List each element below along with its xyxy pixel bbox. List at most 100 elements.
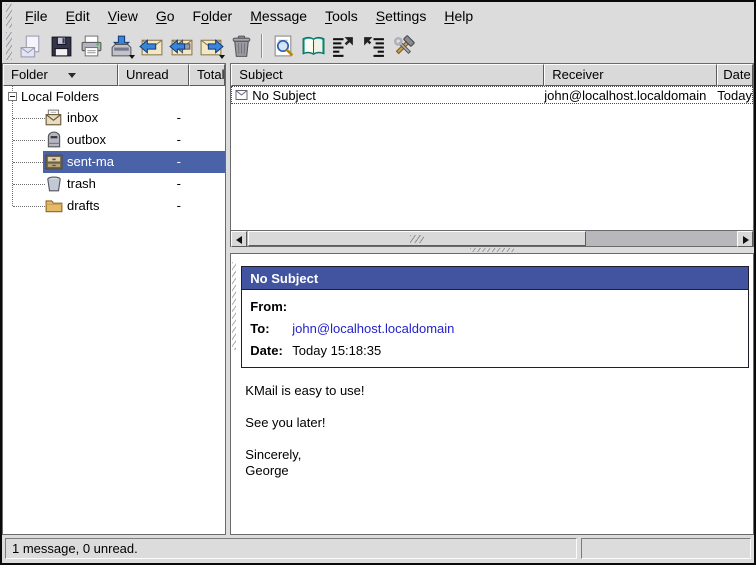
- status-bar: 1 message, 0 unread.: [2, 535, 754, 563]
- folder-column-label: Folder: [11, 67, 48, 82]
- message-date: Today: [717, 88, 752, 103]
- folder-unread-count: -: [115, 176, 181, 191]
- to-row: To: john@localhost.localdomain: [242, 317, 748, 339]
- collapse-expander-icon[interactable]: [8, 92, 17, 101]
- folder-total-count: -: [190, 110, 225, 125]
- scroll-left-button[interactable]: [231, 231, 247, 247]
- menubar-grip-handle[interactable]: [6, 4, 12, 28]
- body-line: [245, 399, 753, 415]
- new-message-button[interactable]: [16, 31, 46, 61]
- scroll-right-button[interactable]: [737, 231, 753, 247]
- toolbar: [2, 30, 754, 63]
- configure-tools-icon: [391, 34, 416, 59]
- message-preview-pane: No Subject From: To: john@localhost.loca…: [230, 253, 754, 535]
- menu-tools[interactable]: Tools: [316, 3, 367, 29]
- folder-name: Local Folders: [21, 89, 99, 104]
- folder-row-inbox[interactable]: inbox - -: [3, 107, 225, 129]
- find-messages-icon: [271, 34, 296, 59]
- folder-row-outbox[interactable]: outbox - -: [3, 129, 225, 151]
- receiver-column-header[interactable]: Receiver: [544, 64, 717, 86]
- folder-row-trash[interactable]: trash - -: [3, 173, 225, 195]
- reply-button[interactable]: [136, 31, 166, 61]
- menu-edit[interactable]: Edit: [57, 3, 99, 29]
- folder-column-header[interactable]: Folder: [3, 64, 118, 86]
- scrollbar-track[interactable]: [586, 231, 737, 246]
- from-row: From:: [242, 295, 748, 317]
- toolbar-grip-handle[interactable]: [6, 32, 12, 60]
- previous-unread-button[interactable]: [328, 31, 358, 61]
- inbox-folder-icon: [45, 109, 63, 127]
- menu-file[interactable]: File: [16, 3, 57, 29]
- folder-row-local-folders[interactable]: Local Folders: [3, 86, 225, 107]
- trash-button[interactable]: [226, 31, 256, 61]
- next-unread-icon: [361, 34, 386, 59]
- reply-all-icon: [169, 34, 194, 59]
- splitter-collapse-grip[interactable]: [232, 262, 236, 350]
- reply-icon: [139, 34, 164, 59]
- folder-tree: Local Folders inbox - - outbox - - sent-: [3, 86, 225, 534]
- status-secondary-panel: [581, 538, 751, 559]
- menu-view[interactable]: View: [99, 3, 147, 29]
- message-list-header: Subject Receiver Date: [231, 64, 753, 86]
- status-message: 1 message, 0 unread.: [5, 538, 577, 559]
- menu-go[interactable]: Go: [147, 3, 184, 29]
- folder-row-drafts[interactable]: drafts - -: [3, 195, 225, 217]
- trash-folder-icon: [45, 175, 63, 193]
- date-label: Date:: [250, 343, 292, 358]
- dropdown-caret-icon: [219, 55, 225, 59]
- folder-row-sent-ma[interactable]: sent-ma - 1: [3, 151, 225, 173]
- folder-name: inbox: [67, 110, 98, 125]
- sent-mail-folder-icon: [45, 153, 63, 171]
- body-line: KMail is easy to use!: [245, 383, 753, 399]
- menu-message[interactable]: Message: [241, 3, 316, 29]
- body-line: Sincerely,: [245, 447, 753, 463]
- total-column-header[interactable]: Total: [189, 64, 225, 86]
- menu-help[interactable]: Help: [435, 3, 482, 29]
- folder-name: trash: [67, 176, 96, 191]
- unread-column-header[interactable]: Unread: [118, 64, 189, 86]
- from-label: From:: [250, 299, 292, 314]
- folder-total-count: -: [190, 176, 225, 191]
- folder-name: outbox: [67, 132, 106, 147]
- date-column-header[interactable]: Date: [717, 64, 753, 86]
- horizontal-scrollbar: [231, 230, 753, 246]
- folder-total-count: -: [190, 132, 225, 147]
- check-mail-button[interactable]: [106, 31, 136, 61]
- forward-button[interactable]: [196, 31, 226, 61]
- dropdown-caret-icon: [129, 55, 135, 59]
- new-message-icon: [19, 34, 44, 59]
- find-messages-button[interactable]: [268, 31, 298, 61]
- print-button[interactable]: [76, 31, 106, 61]
- message-receiver: john@localhost.localdomain: [544, 88, 717, 103]
- main-area: Folder Unread Total Local Folders: [2, 63, 754, 535]
- message-list-pane: Subject Receiver Date No Subject john@lo…: [230, 63, 754, 247]
- configure-tools-button[interactable]: [388, 31, 418, 61]
- print-icon: [79, 34, 104, 59]
- message-row[interactable]: No Subject john@localhost.localdomain To…: [231, 86, 753, 104]
- subject-column-header[interactable]: Subject: [231, 64, 544, 86]
- save-icon: [49, 34, 74, 59]
- folder-unread-count: -: [115, 154, 181, 169]
- previous-unread-icon: [331, 34, 356, 59]
- folder-total-count: -: [190, 198, 225, 213]
- message-rows: No Subject john@localhost.localdomain To…: [231, 86, 753, 230]
- folder-unread-count: -: [115, 110, 181, 125]
- body-line: George: [245, 463, 753, 479]
- toolbar-separator: [261, 34, 263, 58]
- menu-folder[interactable]: Folder: [184, 3, 242, 29]
- address-book-button[interactable]: [298, 31, 328, 61]
- save-button[interactable]: [46, 31, 76, 61]
- folder-unread-count: -: [115, 198, 181, 213]
- kmail-window: File Edit View Go Folder Message Tools S…: [0, 0, 756, 565]
- menu-settings[interactable]: Settings: [367, 3, 436, 29]
- next-unread-button[interactable]: [358, 31, 388, 61]
- folder-unread-count: -: [115, 132, 181, 147]
- date-value: Today 15:18:35: [292, 343, 381, 358]
- to-label: To:: [250, 321, 292, 336]
- date-row: Date: Today 15:18:35: [242, 339, 748, 361]
- folder-pane: Folder Unread Total Local Folders: [2, 63, 226, 535]
- message-subject-cell: No Subject: [232, 88, 544, 103]
- scrollbar-thumb[interactable]: [248, 231, 586, 246]
- reply-all-button[interactable]: [166, 31, 196, 61]
- to-address-link[interactable]: john@localhost.localdomain: [292, 321, 454, 336]
